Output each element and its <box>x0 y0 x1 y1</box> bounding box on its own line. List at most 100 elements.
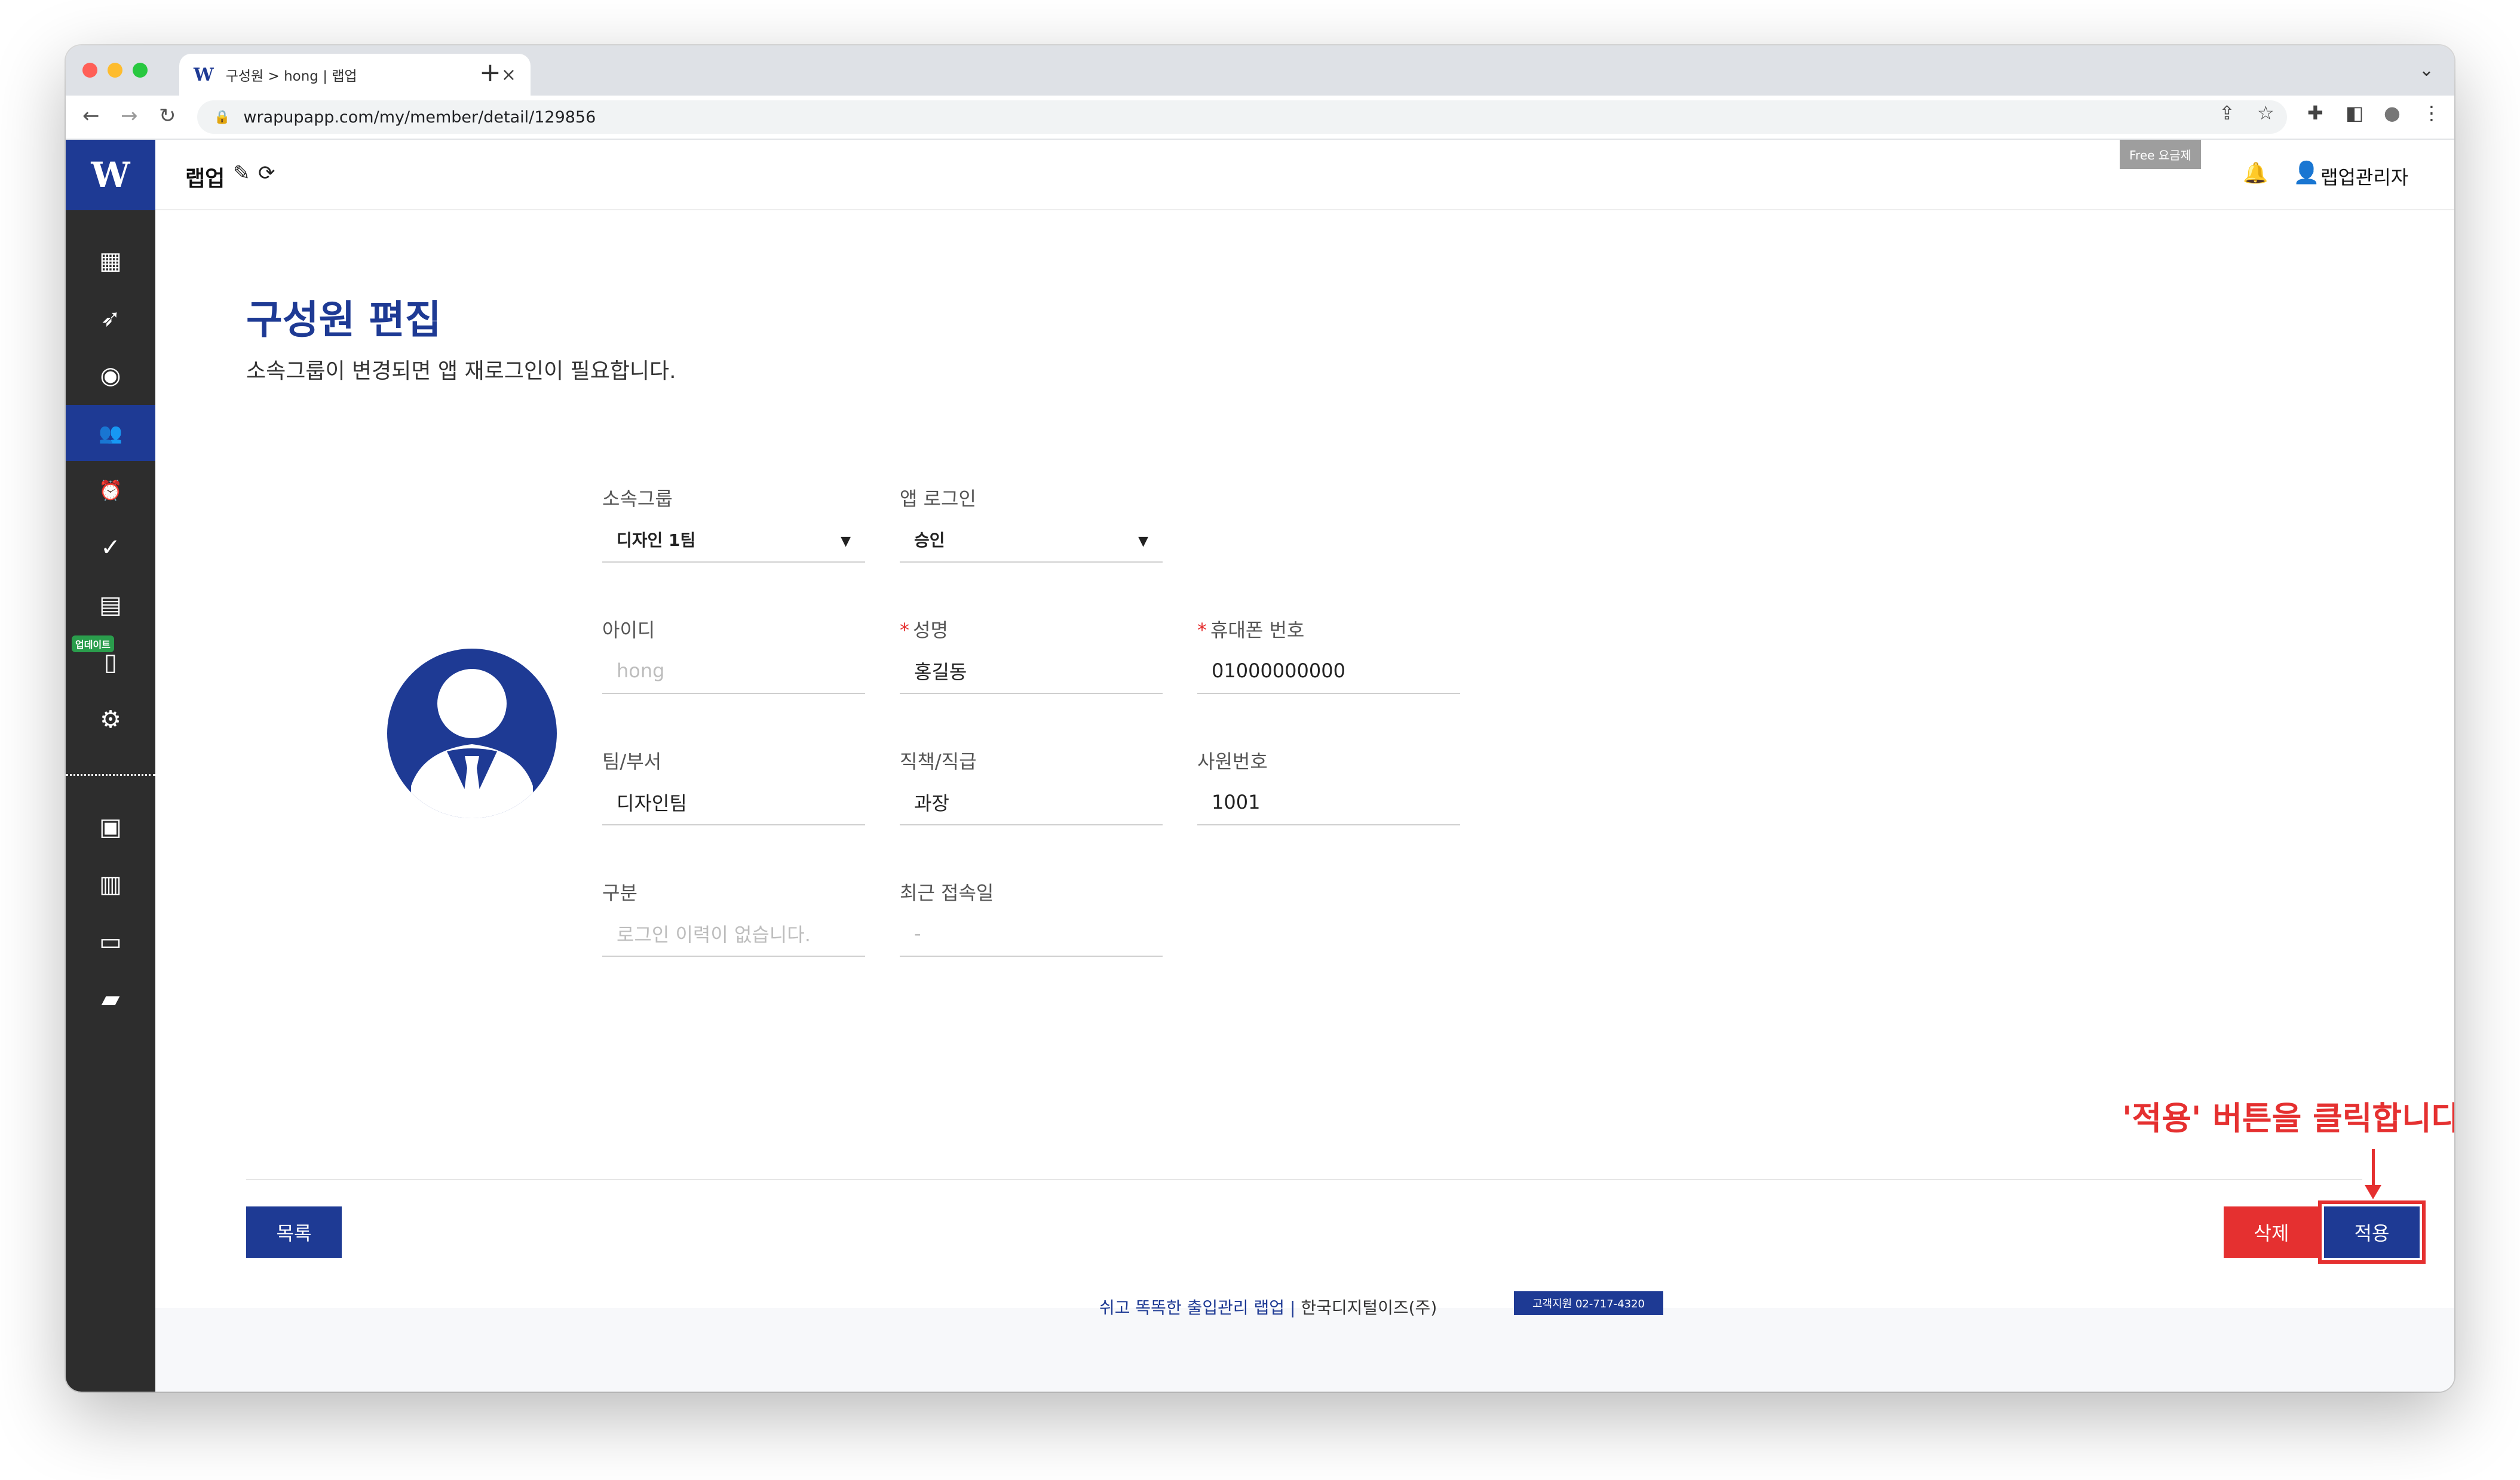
employee-no-field: 사원번호 1001 <box>1197 747 1460 825</box>
bell-icon[interactable]: 🔔 <box>2243 161 2268 185</box>
reload-icon[interactable]: ↻ <box>159 104 176 128</box>
tab-title: 구성원 > hong | 랩업 <box>225 69 357 84</box>
app-login-value: 승인 <box>914 530 945 550</box>
annotation-arrow <box>2372 1149 2375 1187</box>
name-field: * 성명 홍길동 <box>900 615 1163 694</box>
app-login-select[interactable]: 승인 ▼ <box>900 517 1163 563</box>
palette-icon[interactable]: ◉ <box>66 348 155 404</box>
chevron-down-icon: ▼ <box>1138 534 1148 549</box>
contact-icon[interactable]: ▣ <box>66 799 155 855</box>
id-label: 아이디 <box>602 619 655 641</box>
page-title: 구성원 편집 <box>246 297 442 343</box>
team-label: 팀/부서 <box>602 750 662 773</box>
last-access-input: - <box>900 911 1163 957</box>
maximize-window-button[interactable] <box>133 63 148 78</box>
main-content: 랩업 ✎ ⟳ Free 요금제 🔔 👤 랩업관리자 구성원 편집 소속그룹이 변… <box>155 140 2454 1308</box>
page-subtitle: 소속그룹이 변경되면 앱 재로그인이 필요합니다. <box>246 359 676 383</box>
delete-button[interactable]: 삭제 <box>2224 1206 2319 1258</box>
close-tab-icon[interactable]: × <box>501 65 516 85</box>
group-label: 소속그룹 <box>602 487 673 510</box>
employee-no-label: 사원번호 <box>1197 750 1268 773</box>
new-tab-button[interactable]: + <box>479 60 501 86</box>
favicon-icon: W <box>194 64 214 85</box>
extensions-icon[interactable]: ✚ <box>2307 102 2323 124</box>
store-icon[interactable]: ▭ <box>66 914 155 970</box>
sidebar-divider <box>66 774 155 776</box>
phone-icon[interactable]: 업데이트 ▯ <box>66 634 155 690</box>
user-name[interactable]: 랩업관리자 <box>2320 162 2408 190</box>
footer-company: 한국디지털이즈(주) <box>1301 1298 1437 1318</box>
form-divider <box>246 1179 2362 1180</box>
position-field: 직책/직급 과장 <box>900 747 1163 825</box>
app-login-field: 앱 로그인 승인 ▼ <box>900 484 1163 563</box>
support-badge[interactable]: 고객지원 02-717-4320 <box>1514 1291 1663 1315</box>
dashboard-icon[interactable]: ▦ <box>66 233 155 289</box>
phone-field: * 휴대폰 번호 01000000000 <box>1197 615 1460 694</box>
team-field: 팀/부서 디자인팀 <box>602 747 865 825</box>
chat-icon[interactable]: ▰ <box>66 971 155 1027</box>
browser-toolbar: ← → ↻ 🔒 wrapupapp.com/my/member/detail/1… <box>66 96 2454 140</box>
gear-icon[interactable]: ⚙ <box>66 692 155 748</box>
position-input[interactable]: 과장 <box>900 780 1163 825</box>
id-input: hong <box>602 649 865 694</box>
name-input[interactable]: 홍길동 <box>900 649 1163 694</box>
tab-strip: W 구성원 > hong | 랩업 × + ⌄ <box>66 45 2454 96</box>
user-icon[interactable]: 👤 <box>2293 160 2320 185</box>
group-field: 소속그룹 디자인 1팀 ▼ <box>602 484 865 563</box>
back-icon[interactable]: ← <box>82 104 100 128</box>
app-area: W ▦ ➶ ◉ 👥 ⏰ ✓ ▤ 업데이트 ▯ ⚙ ▣ ▥ ▭ ▰ 랩업 ✎ ⟳ <box>66 140 2454 1392</box>
list-button[interactable]: 목록 <box>246 1206 342 1258</box>
update-badge: 업데이트 <box>72 635 114 652</box>
avatar-icon <box>387 649 557 818</box>
alarm-icon[interactable]: ⏰ <box>66 462 155 518</box>
position-label: 직책/직급 <box>900 750 977 773</box>
name-label: * 성명 <box>900 619 948 641</box>
top-bar: 랩업 ✎ ⟳ Free 요금제 🔔 👤 랩업관리자 <box>155 140 2454 210</box>
footer-text: 쉬고 똑똑한 출입관리 랩업 | 한국디지털이즈(주) <box>1099 1298 1437 1318</box>
profile-icon[interactable]: ● <box>2384 102 2401 124</box>
footer <box>155 1308 2454 1392</box>
address-bar[interactable]: 🔒 wrapupapp.com/my/member/detail/129856 <box>197 100 2287 134</box>
last-access-field: 최근 접속일 - <box>900 878 1163 957</box>
browser-tab[interactable]: W 구성원 > hong | 랩업 × <box>179 54 531 96</box>
phone-label: * 휴대폰 번호 <box>1197 619 1305 641</box>
category-input: 로그인 이력이 없습니다. <box>602 911 865 957</box>
forward-icon[interactable]: → <box>121 104 138 128</box>
group-value: 디자인 1팀 <box>617 530 696 550</box>
category-field: 구분 로그인 이력이 없습니다. <box>602 878 865 957</box>
employee-no-input[interactable]: 1001 <box>1197 780 1460 825</box>
apply-button[interactable]: 적용 <box>2324 1206 2420 1258</box>
close-window-button[interactable] <box>82 63 97 78</box>
annotation-text: '적용' 버튼을 클릭합니다. <box>2122 1100 2454 1137</box>
id-card-icon[interactable]: ▤ <box>66 577 155 633</box>
phone-input[interactable]: 01000000000 <box>1197 649 1460 694</box>
building-icon[interactable]: ▥ <box>66 856 155 913</box>
category-label: 구분 <box>602 882 637 904</box>
plan-badge[interactable]: Free 요금제 <box>2120 140 2201 169</box>
arrow-down-icon <box>2365 1185 2381 1199</box>
logo[interactable]: W <box>66 140 155 210</box>
app-name: 랩업 <box>185 167 225 191</box>
minimize-window-button[interactable] <box>108 63 122 78</box>
members-icon[interactable]: 👥 <box>66 405 155 461</box>
id-field: 아이디 hong <box>602 615 865 694</box>
check-icon[interactable]: ✓ <box>66 520 155 576</box>
tab-search-icon[interactable]: ⌄ <box>2419 60 2434 81</box>
refresh-icon[interactable]: ⟳ <box>258 161 275 185</box>
side-panel-icon[interactable]: ◧ <box>2346 102 2363 124</box>
footer-slogan[interactable]: 쉬고 똑똑한 출입관리 랩업 <box>1099 1298 1284 1318</box>
app-login-label: 앱 로그인 <box>900 487 976 510</box>
bookmark-star-icon[interactable]: ☆ <box>2257 102 2274 124</box>
group-select[interactable]: 디자인 1팀 ▼ <box>602 517 865 563</box>
team-input[interactable]: 디자인팀 <box>602 780 865 825</box>
browser-menu-icon[interactable]: ⋮ <box>2422 102 2441 124</box>
rocket-icon[interactable]: ➶ <box>66 290 155 346</box>
lock-icon[interactable]: 🔒 <box>214 110 230 125</box>
share-icon[interactable]: ⇪ <box>2219 102 2235 124</box>
sidebar: W ▦ ➶ ◉ 👥 ⏰ ✓ ▤ 업데이트 ▯ ⚙ ▣ ▥ ▭ ▰ <box>66 140 155 1392</box>
pencil-icon[interactable]: ✎ <box>233 161 250 185</box>
last-access-label: 최근 접속일 <box>900 882 994 904</box>
chevron-down-icon: ▼ <box>841 534 851 549</box>
browser-window: W 구성원 > hong | 랩업 × + ⌄ ← → ↻ 🔒 wrapupap… <box>66 45 2454 1392</box>
url-text[interactable]: wrapupapp.com/my/member/detail/129856 <box>243 108 596 127</box>
